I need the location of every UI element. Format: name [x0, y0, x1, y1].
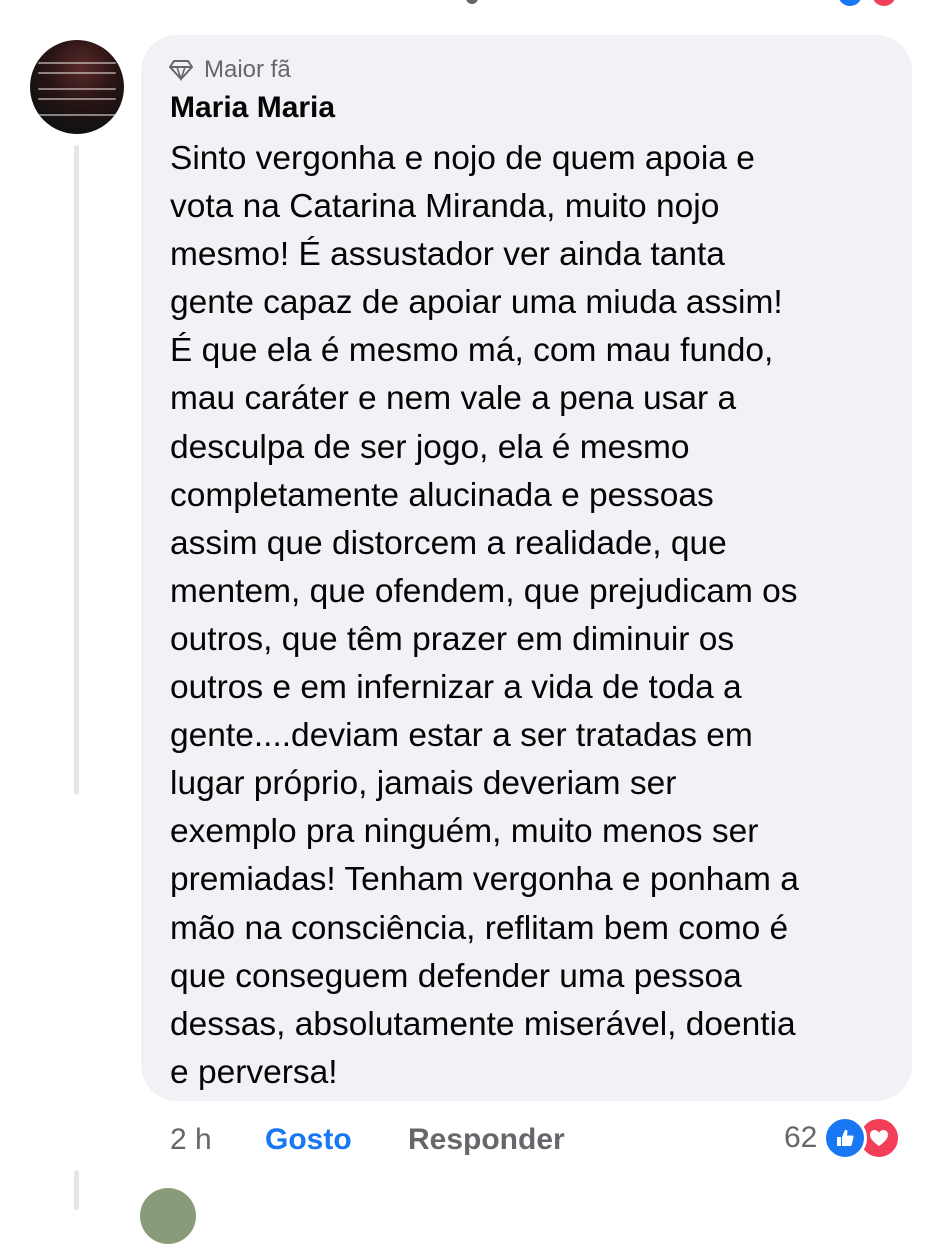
avatar-text-decoration	[38, 88, 116, 90]
reactions-summary[interactable]: 62	[784, 1116, 902, 1160]
comment-author[interactable]: Maria Maria	[170, 88, 335, 128]
previous-like-reaction-icon	[838, 0, 862, 6]
like-icon	[823, 1116, 868, 1160]
badge-label: Maior fã	[204, 56, 291, 83]
reply-thread-line	[74, 1170, 79, 1210]
previous-love-reaction-icon	[872, 0, 896, 6]
comment-actions: 2 h Gosto Responder	[170, 1118, 565, 1162]
comment-timestamp[interactable]: 2 h	[170, 1118, 265, 1162]
next-comment-avatar[interactable]	[140, 1188, 196, 1244]
avatar-text-decoration	[38, 114, 116, 116]
reaction-count: 62	[784, 1121, 818, 1154]
like-button[interactable]: Gosto	[265, 1118, 408, 1162]
comment-text: Sinto vergonha e nojo de quem apoia e vo…	[170, 140, 799, 1091]
avatar-text-decoration	[38, 62, 116, 64]
previous-comment-fragment	[466, 0, 478, 4]
diamond-icon	[169, 60, 193, 81]
top-fan-badge: Maior fã	[168, 55, 291, 85]
reply-thread-line	[74, 145, 79, 795]
avatar-text-decoration	[38, 98, 116, 100]
avatar[interactable]	[30, 40, 124, 134]
reply-button[interactable]: Responder	[408, 1118, 565, 1162]
avatar-text-decoration	[38, 72, 116, 74]
